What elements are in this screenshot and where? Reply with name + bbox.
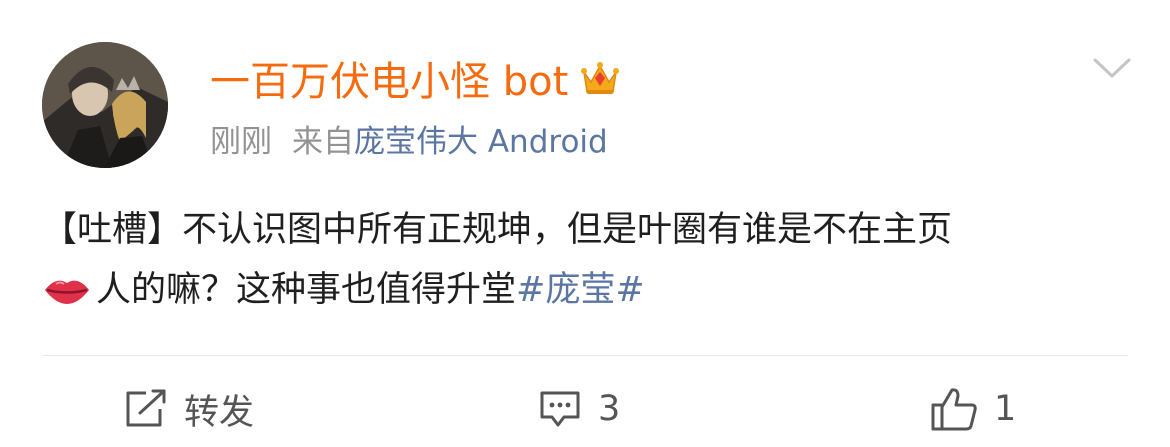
source-link[interactable]: 庞莹伟大 Android [354,116,608,161]
lips-emoji-icon [45,280,89,304]
like-count: 1 [994,389,1017,429]
chevron-down-icon[interactable] [1092,56,1132,80]
comment-icon [540,391,580,427]
post-time: 刚刚 [210,123,272,160]
content-line: 【吐槽】不认识图中所有正规坤，但是叶圈有谁是不在主页 [42,200,1132,260]
source-prefix: 来自 [292,123,354,160]
username[interactable]: 一百万伏电小怪 bot [210,50,622,106]
avatar-image [42,42,168,168]
thumbs-up-icon [931,388,977,431]
content-text-line2: 人的嘛？这种事也值得升堂 [96,270,517,310]
repost-icon [126,389,166,427]
avatar[interactable] [42,42,168,168]
divider [42,355,1128,356]
like-button[interactable]: 1 [930,384,1016,434]
content-text-line1: 【吐槽】不认识图中所有正规坤，但是叶圈有谁是不在主页 [42,210,953,250]
content-line: 人的嘛？这种事也值得升堂 #庞莹# [42,260,1132,320]
comment-button[interactable]: 3 [538,384,620,434]
username-text[interactable]: 一百万伏电小怪 bot [210,49,568,107]
repost-button[interactable]: 转发 [124,384,254,434]
post-content: 【吐槽】不认识图中所有正规坤，但是叶圈有谁是不在主页 人的嘛？这种事也值得升堂 … [42,200,1132,320]
comment-count: 3 [598,389,621,429]
crown-badge-icon [581,62,620,94]
repost-label: 转发 [184,392,255,433]
post-meta: 刚刚 来自 庞莹伟大 Android [210,116,608,161]
hashtag-link[interactable]: #庞莹# [516,260,645,320]
